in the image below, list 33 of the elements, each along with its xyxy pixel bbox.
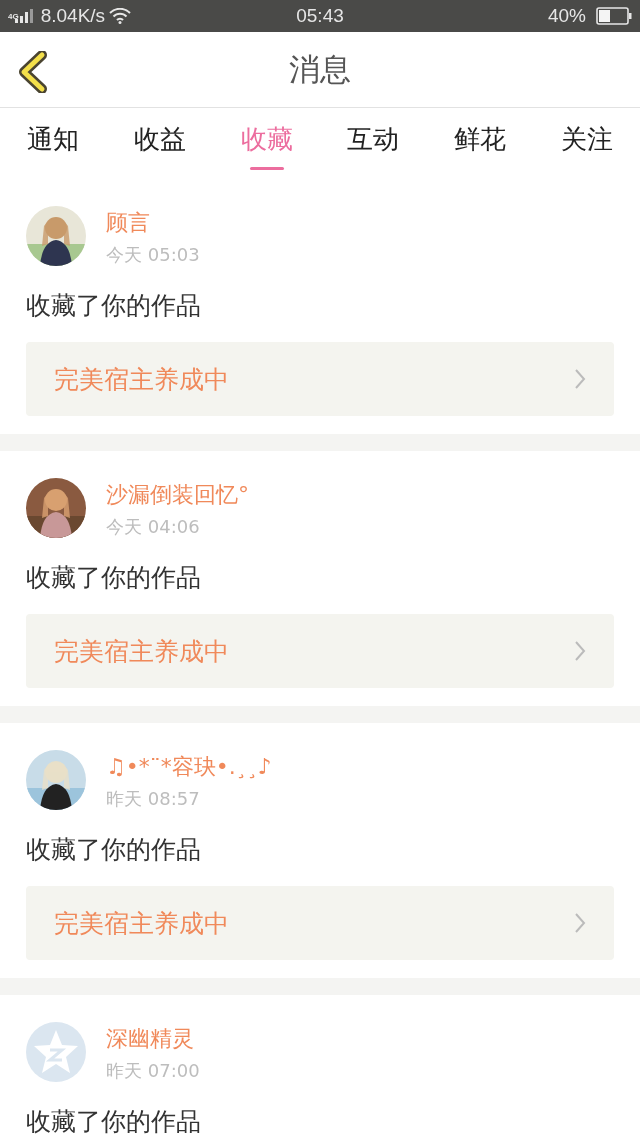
wifi-icon <box>109 8 132 24</box>
message-text: 收藏了你的作品 <box>26 1106 202 1138</box>
back-icon[interactable] <box>16 51 48 93</box>
chevron-right-icon <box>574 640 586 662</box>
tab[interactable]: 收藏 <box>240 122 293 170</box>
message-time: 昨天 07:00 <box>106 1059 200 1083</box>
user-name[interactable]: 顾言 <box>106 210 200 236</box>
message-text: 收藏了你的作品 <box>26 834 202 866</box>
chevron-right-icon <box>574 912 586 934</box>
tab[interactable]: 关注 <box>560 122 613 170</box>
message-text: 收藏了你的作品 <box>26 290 202 322</box>
tab[interactable]: 通知 <box>27 122 80 170</box>
user-name[interactable]: 沙漏倒装回忆° <box>106 482 249 508</box>
network-speed: 8.04K/s <box>40 5 106 27</box>
tab[interactable]: 互动 <box>347 122 400 170</box>
message-text: 收藏了你的作品 <box>26 562 202 594</box>
battery-icon <box>596 7 632 25</box>
tab[interactable]: 收益 <box>134 122 186 170</box>
clock-time: 05:43 <box>296 5 344 27</box>
user-name[interactable]: 深幽精灵 <box>106 1026 200 1052</box>
tab[interactable]: 鲜花 <box>454 122 506 170</box>
work-link[interactable]: 完美宿主养成中 <box>26 342 614 416</box>
work-link[interactable]: 完美宿主养成中 <box>26 886 614 960</box>
message-time: 昨天 08:57 <box>106 787 201 811</box>
star-avatar-icon <box>26 1022 86 1082</box>
message-time: 今天 05:03 <box>106 243 200 267</box>
page-title: 消息 <box>289 49 351 89</box>
user-name[interactable]: ♫•*¨*容玦•.¸¸♪ <box>106 754 272 780</box>
battery-percent: 40% <box>548 5 586 27</box>
work-link[interactable]: 完美宿主养成中 <box>26 614 614 688</box>
network-type-label: 4G <box>8 12 19 21</box>
chevron-right-icon <box>574 368 586 390</box>
message-time: 今天 04:06 <box>106 515 201 539</box>
